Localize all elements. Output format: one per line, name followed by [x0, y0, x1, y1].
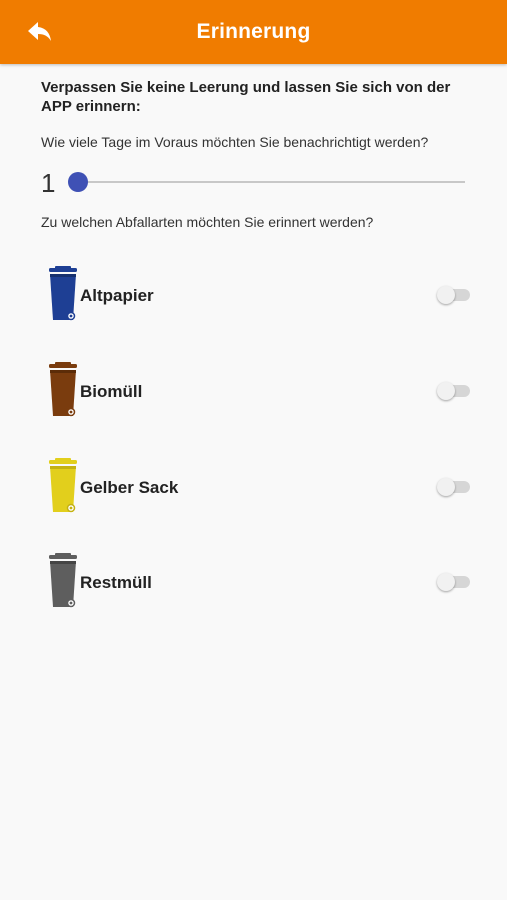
gelber-sack-toggle[interactable] — [437, 477, 471, 497]
waste-label: Altpapier — [80, 286, 154, 305]
toggle-thumb — [437, 382, 455, 400]
slider-track — [78, 181, 465, 183]
days-slider[interactable] — [68, 172, 465, 192]
blue-bin-icon — [49, 266, 77, 321]
waste-row-gelber-sack: Gelber Sack — [41, 458, 481, 518]
yellow-bin-icon — [49, 458, 77, 513]
waste-label: Restmüll — [80, 573, 152, 592]
waste-row-restmuell: Restmüll — [41, 553, 481, 613]
biomuell-toggle[interactable] — [437, 381, 471, 401]
waste-label: Gelber Sack — [80, 478, 179, 497]
toggle-thumb — [437, 286, 455, 304]
app-bar: Erinnerung — [0, 0, 507, 64]
toggle-thumb — [437, 573, 455, 591]
toggle-thumb — [437, 478, 455, 496]
altpapier-toggle[interactable] — [437, 285, 471, 305]
days-question: Wie viele Tage im Voraus möchten Sie ben… — [41, 134, 429, 150]
waste-row-biomuell: Biomüll — [41, 362, 481, 422]
back-arrow-icon — [28, 22, 51, 41]
slider-thumb[interactable] — [68, 172, 88, 192]
days-slider-value: 1 — [41, 168, 56, 198]
waste-row-altpapier: Altpapier — [41, 266, 481, 326]
restmuell-toggle[interactable] — [437, 572, 471, 592]
page-title: Erinnerung — [196, 20, 311, 43]
grey-bin-icon — [49, 553, 77, 608]
waste-types-question: Zu welchen Abfallarten möchten Sie erinn… — [41, 214, 374, 230]
back-button[interactable] — [22, 14, 58, 50]
brown-bin-icon — [49, 362, 77, 417]
intro-text: Verpassen Sie keine Leerung und lassen S… — [41, 79, 451, 115]
waste-label: Biomüll — [80, 382, 143, 401]
